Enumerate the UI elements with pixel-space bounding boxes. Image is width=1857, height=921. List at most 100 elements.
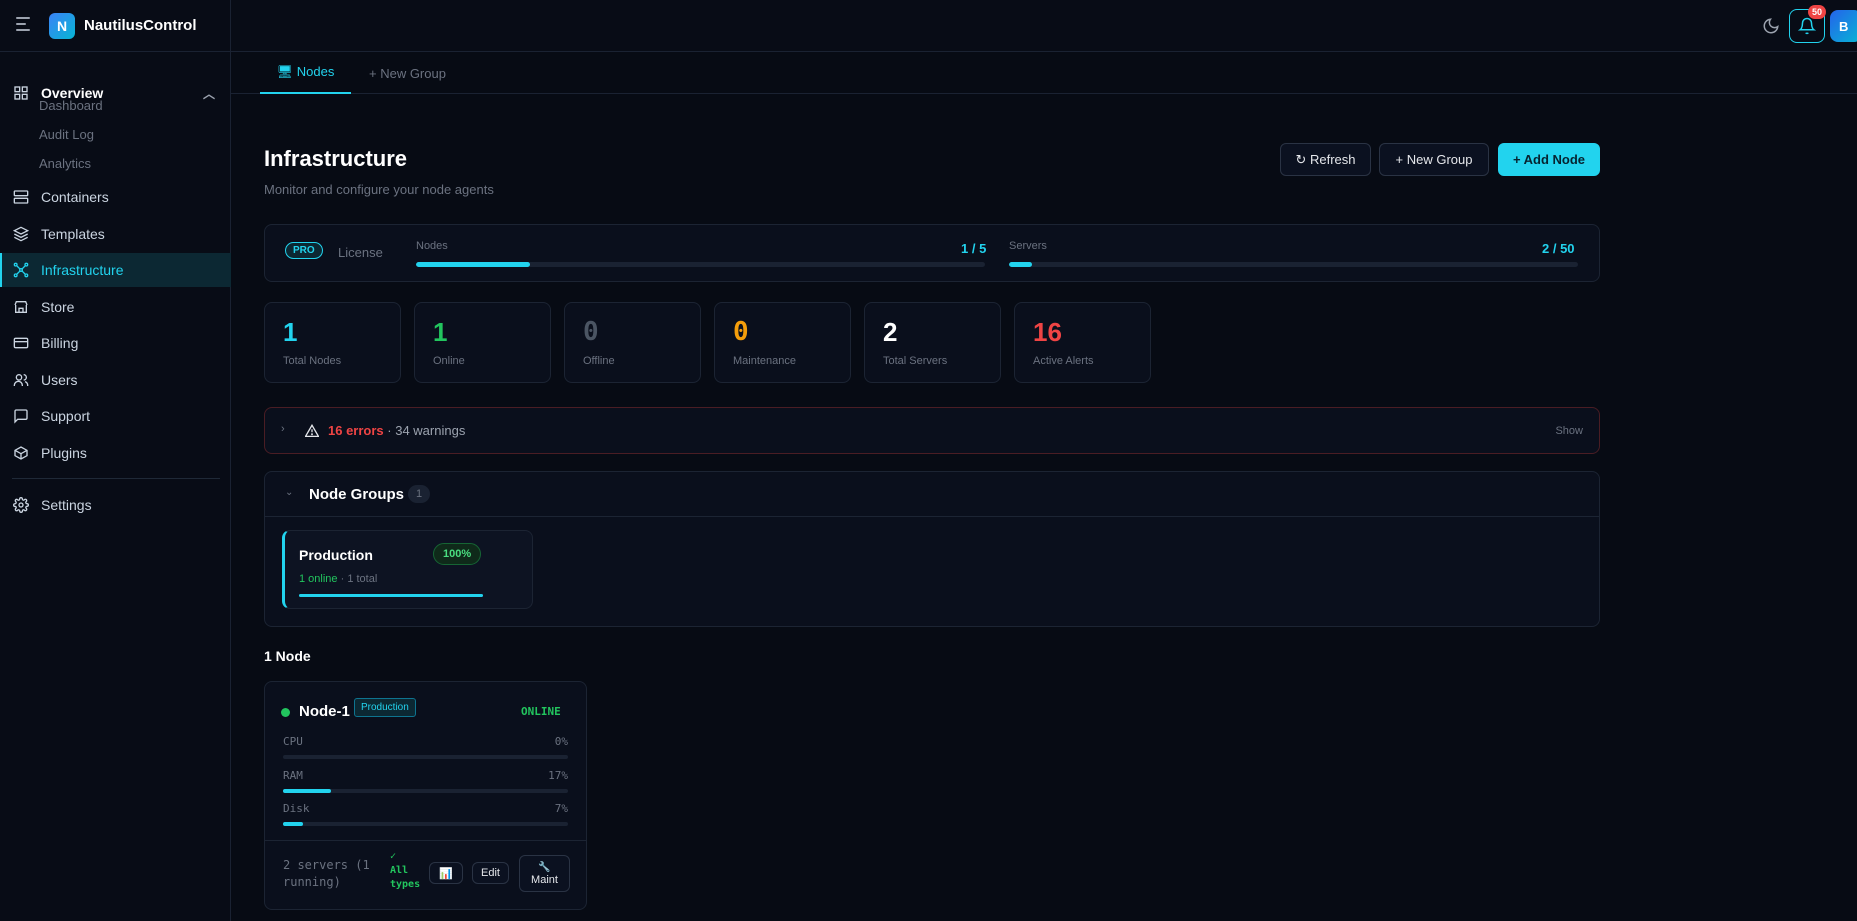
chevron-right-icon: › [281,423,285,435]
disk-bar-fill [283,822,303,826]
disk-label: Disk [283,802,310,815]
group-name: Production [299,547,373,563]
check-icon: ✓ [390,851,397,862]
notifications-badge: 50 [1808,5,1826,19]
node-groups-title: Node Groups [309,486,405,503]
tab-new-group[interactable]: + New Group [369,52,446,94]
node-name[interactable]: Node-1 [299,703,350,720]
node-group-tag: Production [354,698,416,717]
credit-card-icon [12,334,30,352]
stat-label: Total Nodes [283,355,342,367]
ram-bar [283,789,568,793]
stat-maintenance: 0 Maintenance [714,302,851,383]
cpu-label: CPU [283,735,303,748]
stat-label: Total Servers [883,355,948,367]
gear-icon [12,496,30,514]
avatar[interactable]: B [1830,10,1857,42]
sidebar-subitem-dashboard[interactable]: Dashboard [39,98,103,113]
alerts-warnings: 34 warnings [395,423,466,438]
chart-button[interactable]: 📊 [429,862,463,884]
add-node-button[interactable]: + Add Node [1498,143,1600,176]
edit-button[interactable]: Edit [472,862,509,884]
sidebar-item-label: Store [41,299,75,315]
sidebar-item-containers[interactable]: Containers [0,180,231,214]
cpu-bar [283,755,568,759]
page-subtitle: Monitor and configure your node agents [264,182,494,197]
sidebar-item-label: Settings [41,497,92,513]
stat-active-alerts: 16 Active Alerts [1014,302,1151,383]
users-icon [12,371,30,389]
node-card: Node-1 Production ONLINE CPU 0% RAM 17% … [264,681,587,910]
sidebar-subitem-audit-log[interactable]: Audit Log [39,127,94,142]
sidebar-item-label: Support [41,408,91,424]
menu-toggle-icon[interactable] [16,17,34,33]
alerts-bar[interactable]: › 16 errors · 34 warnings Show [264,407,1600,454]
ram-value: 17% [548,769,568,782]
group-progress-fill [299,594,483,597]
nodes-meter-value: 1 / 5 [961,241,987,256]
message-icon [12,407,30,425]
sidebar-item-plugins[interactable]: Plugins [0,436,231,470]
disk-value: 7% [554,802,568,815]
stat-offline: 0 Offline [564,302,701,383]
new-group-button[interactable]: + New Group [1379,143,1489,176]
maintenance-label: Maint [531,873,558,886]
nodes-meter-track [416,262,985,267]
warning-icon [304,423,320,440]
stat-value: 1 [283,317,298,347]
disk-bar [283,822,568,826]
node-status-badge: ONLINE [521,705,561,718]
store-icon [12,298,30,316]
sidebar-subitem-analytics[interactable]: Analytics [39,156,91,171]
network-icon [12,261,30,279]
license-card: PRO License Nodes 1 / 5 Servers 2 / 50 [264,224,1600,282]
sidebar-item-overview[interactable]: Overview ︿ [0,76,231,110]
wrench-icon: 🔧 [538,861,551,873]
sidebar: Overview ︿ Dashboard Audit Log Analytics… [0,52,231,921]
alerts-show-link[interactable]: Show [1555,425,1583,437]
node-groups-panel: ⌄ Node Groups 1 Production 100% 1 online… [264,471,1600,627]
ram-bar-fill [283,789,332,793]
sidebar-item-label: Billing [41,335,79,351]
sidebar-item-settings[interactable]: Settings [0,488,231,522]
sidebar-item-label: Plugins [41,445,87,461]
brand-area: N NautilusControl [0,0,231,52]
types-line-1: All [390,865,409,876]
sidebar-item-label: Containers [41,189,109,205]
moon-icon[interactable] [1762,17,1780,35]
sidebar-item-templates[interactable]: Templates [0,217,231,251]
bell-icon [1798,17,1816,35]
sidebar-item-store[interactable]: Store [0,290,231,324]
containers-icon [12,188,30,206]
sidebar-divider [12,478,220,479]
node-groups-count: 1 [408,485,430,503]
page-title: Infrastructure [264,146,408,171]
types-line-2: types [390,879,421,890]
ram-label: RAM [283,769,303,782]
sidebar-item-support[interactable]: Support [0,399,231,433]
tab-nodes[interactable]: 🖥 Nodes [260,52,351,94]
app-name: NautilusControl [84,17,197,34]
maintenance-button[interactable]: 🔧 Maint [519,855,570,892]
sidebar-item-label: Templates [41,226,105,242]
sidebar-item-infrastructure[interactable]: Infrastructure [0,253,231,287]
group-percent-badge: 100% [433,543,482,565]
stat-label: Active Alerts [1033,355,1094,367]
pro-badge: PRO [285,242,323,259]
refresh-button[interactable]: ↻ Refresh [1280,143,1371,176]
chart-icon: 📊 [439,867,453,880]
stat-label: Online [433,355,465,367]
types-indicator: ✓ All types [390,850,420,892]
group-card-production[interactable]: Production 100% 1 online · 1 total [282,530,533,609]
sidebar-item-label: Users [41,372,78,388]
sidebar-item-label: Infrastructure [41,262,124,278]
stat-value: 16 [1033,317,1062,347]
stat-value: 0 [583,317,599,347]
sidebar-item-users[interactable]: Users [0,363,231,397]
tab-bar: 🖥 Nodes + New Group [231,52,1857,94]
sidebar-item-billing[interactable]: Billing [0,326,231,360]
node-groups-header[interactable]: ⌄ Node Groups 1 [265,472,1599,517]
chevron-up-icon[interactable]: ︿ [203,85,215,102]
top-bar: N NautilusControl 50 B [0,0,1857,52]
alerts-separator: · [383,423,396,438]
